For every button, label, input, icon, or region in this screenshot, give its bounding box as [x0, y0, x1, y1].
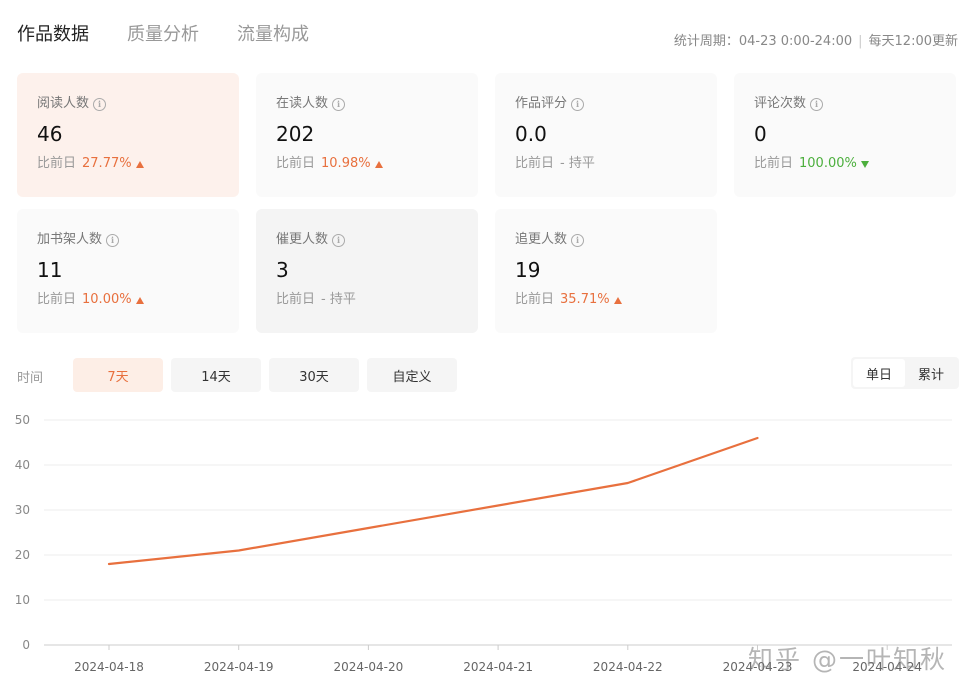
metric-label: 在读人数 i [276, 95, 478, 113]
metric-label-text: 评论次数 [754, 96, 807, 111]
y-tick-label: 50 [15, 413, 30, 427]
tab-bar: 作品数据 质量分析 流量构成 [17, 22, 309, 48]
y-tick-label: 30 [15, 503, 30, 517]
trend-up-icon [613, 296, 622, 304]
metric-card-work-rating[interactable]: 作品评分 i 0.0 比前日 - 持平 [495, 73, 717, 197]
metric-compare: 比前日 - 持平 [276, 291, 478, 309]
x-tick-label: 2024-04-20 [334, 660, 404, 674]
y-tick-label: 40 [15, 458, 30, 472]
period-divider: | [858, 34, 863, 49]
info-icon[interactable]: i [332, 233, 346, 247]
compare-change: - 持平 [560, 156, 595, 171]
compare-label: 比前日 [754, 156, 794, 171]
metric-card-read-count[interactable]: 阅读人数 i 46 比前日 27.77% [17, 73, 239, 197]
metric-label-text: 作品评分 [515, 96, 568, 111]
x-tick-label: 2024-04-22 [593, 660, 663, 674]
compare-change: 27.77% [82, 156, 132, 171]
info-icon[interactable]: i [571, 233, 585, 247]
series-line [107, 436, 759, 566]
range-14-days-button[interactable]: 14天 [171, 358, 261, 392]
metric-compare: 比前日 10.98% [276, 155, 478, 173]
metric-label-text: 阅读人数 [37, 96, 90, 111]
info-icon[interactable]: i [810, 97, 824, 111]
toggle-daily[interactable]: 单日 [853, 359, 905, 387]
refresh-note: 每天12:00更新 [868, 34, 958, 49]
trend-up-icon [374, 160, 383, 168]
metric-label: 阅读人数 i [37, 95, 239, 113]
tab-traffic-composition[interactable]: 流量构成 [237, 22, 309, 48]
compare-label: 比前日 [515, 292, 555, 307]
metric-card-followers[interactable]: 追更人数 i 19 比前日 35.71% [495, 209, 717, 333]
time-filter-label: 时间 [17, 371, 44, 386]
metric-compare: 比前日 10.00% [37, 291, 239, 309]
y-tick-label: 10 [15, 593, 30, 607]
compare-change: 35.71% [560, 292, 610, 307]
trend-up-icon [135, 296, 144, 304]
metric-label: 评论次数 i [754, 95, 956, 113]
metric-value: 0.0 [515, 122, 547, 146]
range-30-days-button[interactable]: 30天 [269, 358, 359, 392]
metric-label: 作品评分 i [515, 95, 717, 113]
tab-quality-analysis[interactable]: 质量分析 [127, 22, 199, 48]
compare-change: 10.00% [82, 292, 132, 307]
metric-value: 3 [276, 258, 289, 282]
y-tick-label: 20 [15, 548, 30, 562]
metric-card-update-urges[interactable]: 催更人数 i 3 比前日 - 持平 [256, 209, 478, 333]
trend-up-icon [135, 160, 144, 168]
stat-period: 统计周期：04-23 0:00-24:00 | 每天12:00更新 [674, 30, 958, 49]
metric-compare: 比前日 100.00% [754, 155, 956, 173]
x-tick-label: 2024-04-18 [74, 660, 144, 674]
range-custom-button[interactable]: 自定义 [367, 358, 457, 392]
metric-label: 加书架人数 i [37, 231, 239, 249]
range-7-days-button[interactable]: 7天 [73, 358, 163, 392]
metric-value: 46 [37, 122, 63, 146]
compare-change: 100.00% [799, 156, 857, 171]
toggle-cumulative[interactable]: 累计 [905, 359, 957, 387]
metric-value: 0 [754, 122, 767, 146]
metric-compare: 比前日 35.71% [515, 291, 717, 309]
x-tick-label: 2024-04-21 [463, 660, 533, 674]
compare-label: 比前日 [276, 156, 316, 171]
metric-compare: 比前日 27.77% [37, 155, 239, 173]
metric-card-bookshelf-adds[interactable]: 加书架人数 i 11 比前日 10.00% [17, 209, 239, 333]
metric-label-text: 追更人数 [515, 232, 568, 247]
compare-label: 比前日 [37, 292, 77, 307]
metric-label-text: 催更人数 [276, 232, 329, 247]
metric-label-text: 加书架人数 [37, 232, 103, 247]
metric-label: 催更人数 i [276, 231, 478, 249]
metric-label-text: 在读人数 [276, 96, 329, 111]
stat-period-label: 统计周期：04-23 0:00-24:00 [673, 34, 853, 49]
watermark: 知乎 @一叶知秋 [748, 645, 947, 674]
compare-change: - 持平 [321, 292, 356, 307]
metric-value: 202 [276, 122, 315, 146]
metric-card-comment-count[interactable]: 评论次数 i 0 比前日 100.00% [734, 73, 956, 197]
metric-value: 19 [515, 258, 541, 282]
metric-value: 11 [37, 258, 63, 282]
trend-down-icon [860, 160, 869, 168]
info-icon[interactable]: i [106, 233, 120, 247]
info-icon[interactable]: i [571, 97, 585, 111]
info-icon[interactable]: i [93, 97, 107, 111]
compare-change: 10.98% [321, 156, 371, 171]
view-mode-toggle: 单日 累计 [851, 357, 959, 389]
info-icon[interactable]: i [332, 97, 346, 111]
y-tick-label: 0 [22, 638, 30, 652]
compare-label: 比前日 [515, 156, 555, 171]
metric-card-reading-now[interactable]: 在读人数 i 202 比前日 10.98% [256, 73, 478, 197]
compare-label: 比前日 [276, 292, 316, 307]
x-tick-label: 2024-04-19 [204, 660, 274, 674]
metric-compare: 比前日 - 持平 [515, 155, 717, 173]
tab-work-data[interactable]: 作品数据 [17, 22, 89, 48]
compare-label: 比前日 [37, 156, 77, 171]
metric-label: 追更人数 i [515, 231, 717, 249]
